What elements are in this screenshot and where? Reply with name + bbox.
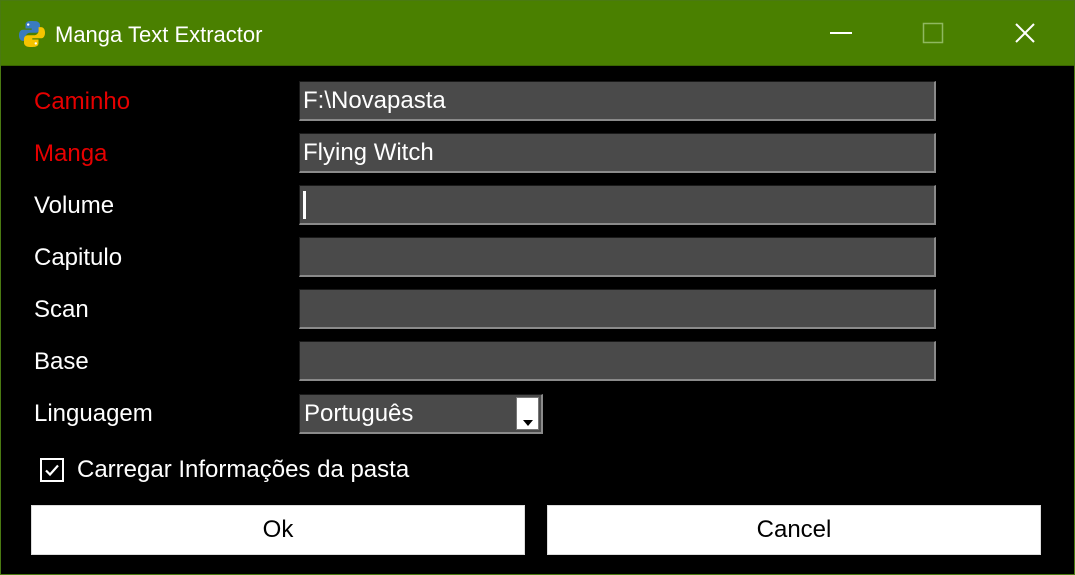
base-label: Base bbox=[34, 348, 89, 375]
volume-input[interactable] bbox=[300, 186, 934, 223]
volume-label: Volume bbox=[34, 192, 115, 219]
language-dropdown-button[interactable] bbox=[516, 397, 539, 430]
minimize-icon bbox=[830, 32, 852, 34]
close-icon bbox=[1015, 23, 1035, 43]
language-select[interactable]: Português bbox=[299, 394, 543, 434]
capitulo-field[interactable] bbox=[299, 237, 936, 277]
checkmark-icon bbox=[45, 464, 59, 477]
maximize-button[interactable] bbox=[887, 1, 979, 65]
title-bar[interactable]: Manga Text Extractor bbox=[1, 1, 1074, 66]
ok-button[interactable]: Ok bbox=[31, 505, 525, 555]
capitulo-input[interactable] bbox=[300, 238, 934, 275]
load-folder-label[interactable]: Carregar Informações da pasta bbox=[77, 456, 409, 484]
manga-input[interactable] bbox=[300, 134, 934, 171]
chevron-down-icon bbox=[523, 420, 533, 426]
manga-label: Manga bbox=[34, 140, 108, 167]
scan-field[interactable] bbox=[299, 289, 936, 329]
base-field[interactable] bbox=[299, 341, 936, 381]
cancel-button[interactable]: Cancel bbox=[547, 505, 1041, 555]
manga-field[interactable] bbox=[299, 133, 936, 173]
linguagem-label: Linguagem bbox=[34, 400, 153, 427]
caminho-input[interactable] bbox=[300, 82, 934, 119]
caminho-field[interactable] bbox=[299, 81, 936, 121]
maximize-icon bbox=[922, 22, 944, 44]
python-icon bbox=[19, 21, 46, 47]
close-button[interactable] bbox=[979, 1, 1071, 65]
caminho-label: Caminho bbox=[34, 88, 131, 115]
dialog-window: Manga Text Extractor Caminho Manga Volum… bbox=[0, 0, 1075, 575]
minimize-button[interactable] bbox=[795, 1, 887, 65]
load-folder-checkbox[interactable] bbox=[40, 458, 64, 482]
scan-input[interactable] bbox=[300, 290, 934, 327]
language-selected-value: Português bbox=[304, 400, 414, 427]
base-input[interactable] bbox=[300, 342, 934, 379]
capitulo-label: Capitulo bbox=[34, 244, 123, 271]
window-title: Manga Text Extractor bbox=[55, 22, 263, 47]
volume-field[interactable] bbox=[299, 185, 936, 225]
text-cursor bbox=[303, 191, 306, 219]
scan-label: Scan bbox=[34, 296, 89, 323]
